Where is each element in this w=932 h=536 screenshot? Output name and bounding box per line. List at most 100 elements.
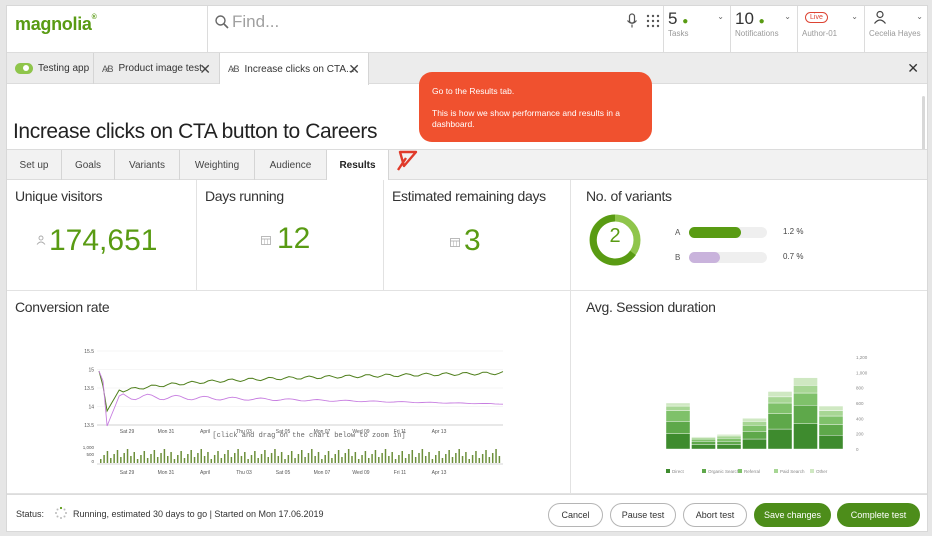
notifications-indicator[interactable]: 10 ● Notifications ⌄ [730, 6, 797, 53]
navigator-bar [287, 455, 290, 463]
conversion-line-chart[interactable]: 15.51513.51413.5Sat 29Sat 29Mon 31Mon 31… [75, 343, 515, 483]
navigator-bar [478, 458, 481, 463]
navigator-bar [223, 454, 226, 463]
tasks-indicator[interactable]: 5 ● Tasks ⌄ [663, 6, 730, 53]
stack-segment [691, 436, 716, 438]
navigator-bar [408, 454, 410, 463]
tab-variants[interactable]: Variants [115, 150, 180, 180]
y-tick-label: 14 [88, 405, 94, 411]
stack-segment [818, 410, 844, 417]
tab-results[interactable]: Results [327, 150, 389, 181]
magnolia-logo[interactable]: magnolia® [15, 14, 97, 35]
footer-bar: Status: Running, estimated 30 days to go… [7, 494, 927, 531]
y-tick-label: 15 [88, 368, 94, 374]
stack-segment [665, 402, 691, 407]
stack-segment [767, 413, 793, 430]
legend-label: Referral [744, 469, 760, 474]
calendar-icon [261, 236, 271, 245]
navigator-bar [341, 457, 343, 463]
close-icon[interactable]: ✕ [348, 61, 360, 78]
navigator-bar [230, 457, 233, 463]
navigator-bar [391, 452, 393, 463]
navigator-bar [250, 455, 253, 463]
close-all-tabs-icon[interactable]: ✕ [907, 60, 919, 77]
tile-title: Avg. Session duration [586, 299, 716, 315]
tile-title: Estimated remaining days [392, 188, 546, 204]
navigator-bar [465, 452, 467, 463]
navigator-bar [170, 452, 172, 463]
y-tick-label: 400 [856, 416, 864, 421]
navigator-bar [498, 456, 501, 463]
complete-test-button[interactable]: Complete test [837, 503, 920, 527]
visitors-value: 174,651 [49, 224, 158, 257]
cancel-button[interactable]: Cancel [548, 503, 603, 527]
navigator-bar [284, 459, 286, 463]
navigator-bar [220, 458, 223, 463]
navigator-bar [150, 454, 152, 463]
abort-test-button[interactable]: Abort test [683, 503, 747, 527]
navigator-bar [123, 453, 125, 463]
stack-segment [793, 405, 818, 424]
y-tick-label: 1,000 [856, 370, 868, 375]
navigator-bar [495, 449, 497, 463]
environment-indicator[interactable]: Live Author-01 ⌄ [797, 6, 864, 53]
tab-weighting[interactable]: Weighting [180, 150, 255, 180]
microphone-icon[interactable] [626, 13, 638, 29]
status-text: Running, estimated 30 days to go | Start… [73, 509, 324, 519]
tab-product-image-test[interactable]: A⁄B Product image test ✕ [94, 53, 220, 84]
pointer-arrow-icon [397, 150, 418, 171]
tab-testing-app[interactable]: Testing app [7, 53, 94, 84]
ab-test-icon: A⁄B [102, 63, 113, 74]
close-icon[interactable]: ✕ [199, 61, 211, 78]
live-badge: Live [805, 12, 828, 23]
nav-x-tick-label: Apr 13 [432, 470, 447, 476]
navigator-bar [254, 451, 256, 463]
navigator-bar [260, 454, 263, 463]
navigator-bar [227, 450, 229, 463]
remaining-value: 3 [464, 224, 481, 257]
navigator-bar [136, 459, 139, 463]
tasks-count: 5 [668, 9, 678, 28]
navigator-bar [448, 450, 450, 463]
onboarding-tooltip[interactable]: Go to the Results tab. This is how we sh… [419, 72, 652, 142]
stack-segment [742, 418, 767, 422]
tooltip-line-1: Go to the Results tab. [432, 86, 515, 96]
save-changes-button[interactable]: Save changes [754, 503, 831, 527]
notifications-count: 10 [735, 9, 754, 28]
navigator-bar [290, 451, 293, 463]
navigator-bar [361, 455, 363, 463]
apps-grid-icon[interactable] [646, 14, 660, 28]
y-tick-label: 13.5 [84, 423, 94, 429]
navigator-bar [100, 459, 102, 463]
navigator-bar [304, 457, 306, 463]
navigator-bar [441, 458, 444, 463]
navigator-bar [200, 449, 202, 463]
tab-set-up[interactable]: Set up [7, 150, 62, 180]
navigator-bar [274, 449, 276, 463]
stack-segment [793, 392, 818, 406]
user-menu[interactable]: Cecelia Hayes ⌄ [864, 6, 927, 53]
navigator-bar [374, 450, 377, 463]
legend-swatch [738, 469, 742, 473]
tab-increase-clicks[interactable]: A⁄B Increase clicks on CTA... ✕ [220, 53, 369, 85]
session-stacked-bar-chart[interactable]: 1,200 1,000 800 600 400 200 0 Direct Organic Sea… [656, 353, 876, 483]
y-tick-label: 800 [856, 386, 864, 391]
nav-x-tick-label: April [200, 470, 210, 476]
variant-value: 1.2 % [783, 227, 804, 236]
sub-tabs: Set up Goals Variants Weighting Audience… [7, 149, 927, 181]
stack-segment [818, 415, 844, 425]
navigator-bar [414, 457, 417, 463]
stack-segment [767, 428, 793, 450]
stack-segment [691, 437, 716, 440]
navigator-bar [183, 458, 186, 463]
navigator-bar [240, 456, 243, 463]
page-title: Increase clicks on CTA button to Careers [13, 120, 378, 143]
navigator-bar [133, 452, 135, 463]
tab-audience[interactable]: Audience [255, 150, 327, 180]
pause-test-button[interactable]: Pause test [610, 503, 676, 527]
chevron-down-icon: ⌄ [916, 12, 923, 21]
tab-goals[interactable]: Goals [62, 150, 115, 180]
stack-segment [742, 431, 767, 440]
search-input[interactable] [232, 10, 602, 34]
app-window: magnolia® 5 ● Tasks ⌄ 10 ● Notifications… [6, 5, 928, 532]
